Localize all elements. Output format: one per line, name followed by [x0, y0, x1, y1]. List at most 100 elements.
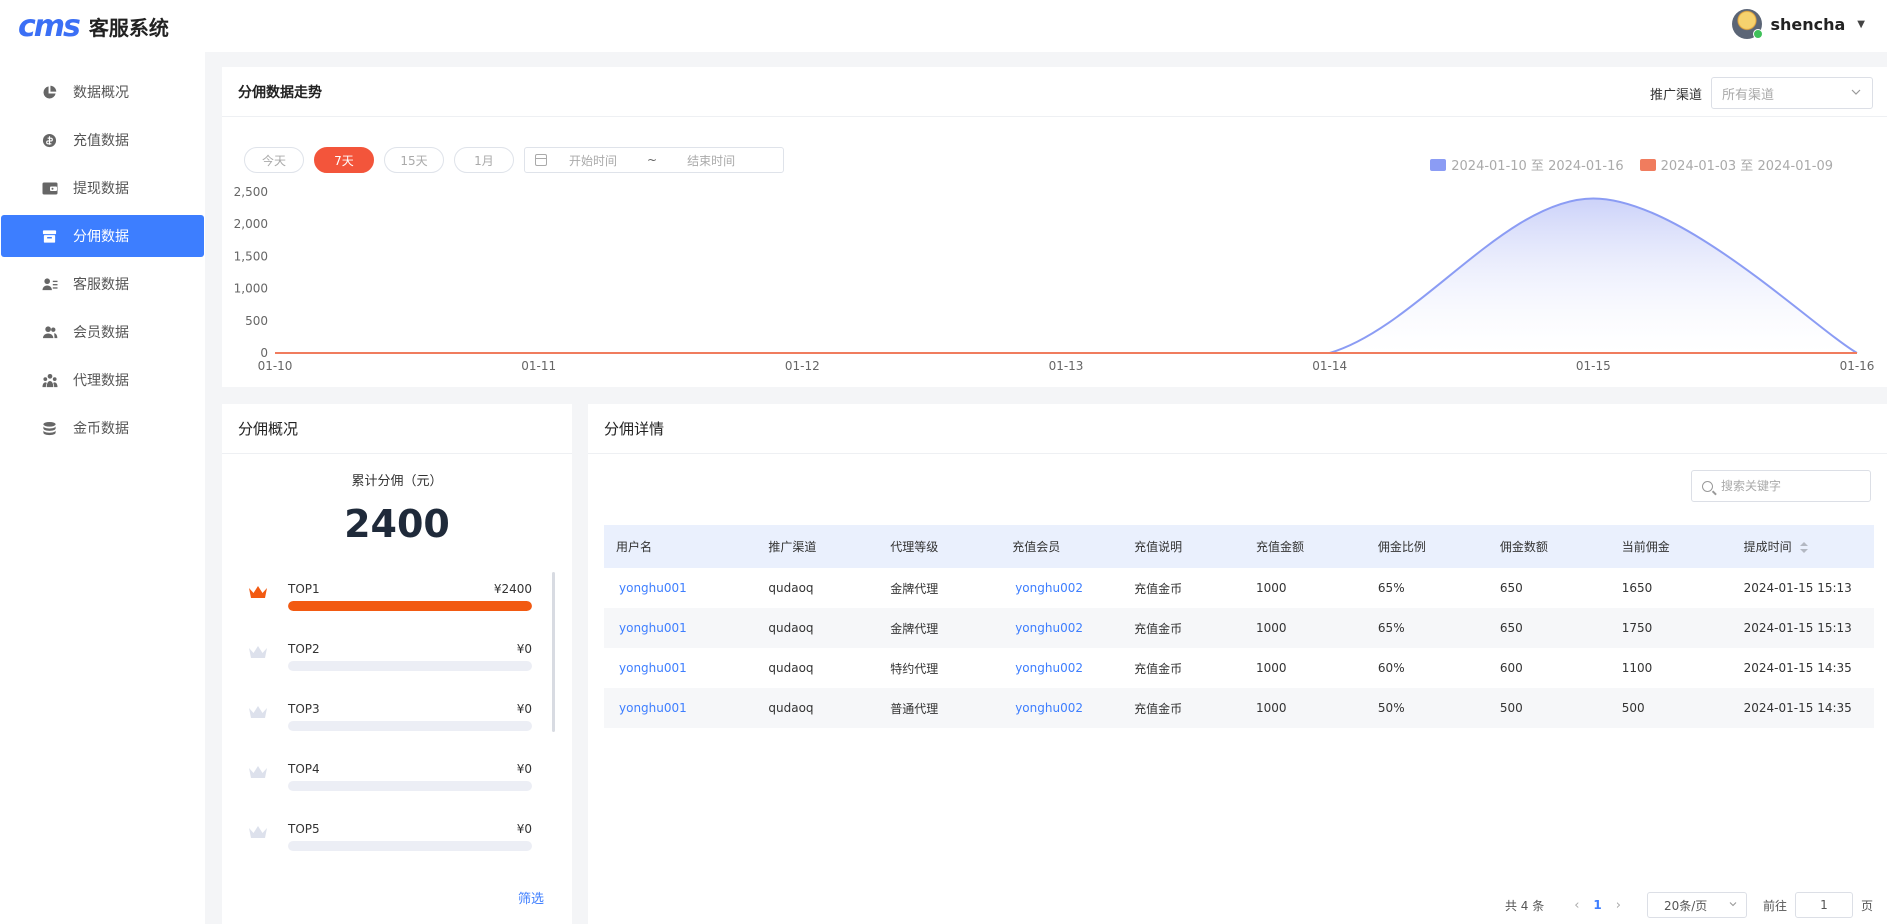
column-header: 佣金数额	[1487, 525, 1610, 568]
sidebar-item-4[interactable]: 客服数据	[1, 263, 204, 305]
search-input[interactable]	[1721, 479, 1851, 493]
sidebar-item-label: 充值数据	[73, 133, 129, 149]
rank-scrollbar[interactable]	[552, 572, 555, 732]
table-cell: yonghu001	[604, 648, 756, 688]
table-cell: qudaoq	[756, 688, 879, 728]
sidebar-item-label: 数据概况	[73, 85, 129, 101]
column-header-label: 充值说明	[1134, 540, 1183, 554]
sidebar-item-0[interactable]: 数据概况	[1, 71, 204, 113]
username-link[interactable]: yonghu001	[616, 621, 687, 635]
sidebar-item-6[interactable]: 代理数据	[1, 359, 204, 401]
goto-page-input[interactable]: 1	[1794, 892, 1853, 918]
coin-icon	[41, 132, 58, 149]
sidebar-item-7[interactable]: 金币数据	[1, 407, 204, 449]
cell-text: qudaoq	[768, 661, 814, 675]
column-header: 当前佣金	[1609, 525, 1732, 568]
sort-icon[interactable]	[1799, 542, 1808, 553]
details-title: 分佣详情	[588, 404, 1887, 454]
user-menu[interactable]: shencha ▼	[1732, 9, 1865, 39]
table-cell: 2024-01-15 14:35	[1731, 688, 1874, 728]
table-cell: 60%	[1366, 648, 1488, 688]
sidebar-item-label: 会员数据	[73, 325, 129, 341]
table-cell: 600	[1488, 648, 1610, 688]
x-tick-label: 01-12	[785, 359, 820, 373]
table-cell: 1000	[1244, 608, 1366, 648]
sidebar-item-5[interactable]: 会员数据	[1, 311, 204, 353]
x-tick-label: 01-11	[521, 359, 556, 373]
table-cell: 2024-01-15 15:13	[1731, 608, 1874, 648]
wallet-icon	[41, 180, 58, 197]
app-title: 客服系统	[88, 15, 169, 40]
username-link[interactable]: yonghu001	[616, 661, 687, 675]
sidebar: 数据概况充值数据提现数据分佣数据客服数据会员数据代理数据金币数据	[0, 52, 205, 924]
table-row: yonghu001 qudaoq 金牌代理 yonghu002 充值金币 1000 65% 6…	[604, 568, 1874, 608]
cell-text: 600	[1499, 661, 1523, 675]
table-cell: 2024-01-15 14:35	[1732, 648, 1874, 688]
username-link[interactable]: yonghu001	[616, 701, 687, 715]
cell-text: qudaoq	[768, 621, 814, 635]
table-cell: 1000	[1244, 568, 1366, 608]
column-header-label: 佣金数额	[1499, 540, 1548, 554]
cell-text: 500	[1621, 701, 1645, 715]
archive-icon	[41, 228, 58, 245]
cell-text: 2024-01-15 14:35	[1743, 661, 1852, 675]
sidebar-item-label: 分佣数据	[73, 229, 129, 245]
logo[interactable]: cms 客服系统	[18, 9, 169, 44]
search-box[interactable]	[1691, 470, 1871, 502]
cell-text: 2024-01-15 14:35	[1743, 701, 1852, 715]
member-link[interactable]: yonghu002	[1012, 661, 1083, 675]
y-tick-label: 1,500	[234, 249, 268, 263]
cell-text: 充值金币	[1134, 621, 1183, 636]
table-cell: 65%	[1366, 568, 1488, 608]
member-link[interactable]: yonghu002	[1012, 701, 1083, 715]
x-tick-label: 01-15	[1576, 359, 1611, 373]
rank-name: TOP2	[288, 642, 320, 656]
table-cell: 65%	[1365, 608, 1488, 648]
sidebar-item-3[interactable]: 分佣数据	[1, 215, 204, 257]
total-commission-value: 2400	[344, 502, 450, 546]
cell-text: qudaoq	[768, 701, 814, 715]
sidebar-item-2[interactable]: 提现数据	[1, 167, 204, 209]
table-cell: 1100	[1610, 648, 1732, 688]
sidebar-item-label: 代理数据	[73, 373, 129, 389]
avatar[interactable]	[1732, 9, 1764, 39]
column-header-label: 当前佣金	[1621, 540, 1670, 554]
filter-link[interactable]: 筛选	[518, 888, 544, 907]
member-link[interactable]: yonghu002	[1012, 621, 1083, 635]
table-cell: 1000	[1244, 648, 1366, 688]
table-cell: 特约代理	[878, 648, 1000, 688]
rank-progress-fill	[288, 601, 532, 611]
cell-text: 1000	[1256, 621, 1287, 635]
table-cell: 充值金币	[1122, 648, 1244, 688]
y-tick-label: 0	[260, 346, 268, 360]
sidebar-item-label: 金币数据	[73, 421, 129, 437]
chevron-down-icon	[1728, 899, 1738, 912]
table-cell: 充值金币	[1122, 608, 1245, 648]
rank-progress-bar	[288, 781, 532, 791]
table-row: yonghu001 qudaoq 普通代理 yonghu002 充值金币 1000 50% 5…	[604, 688, 1874, 728]
cell-text: 充值金币	[1134, 701, 1183, 716]
column-header-label: 充值会员	[1012, 540, 1061, 554]
page-size-value: 20条/页	[1663, 898, 1708, 913]
column-header: 推广渠道	[756, 525, 879, 568]
member-link[interactable]: yonghu002	[1012, 581, 1083, 595]
agent-list-icon	[41, 276, 58, 293]
trend-panel: 分佣数据走势 推广渠道 所有渠道 今天 7天 15天 1月 开始时间 ~ 结束时…	[222, 67, 1887, 387]
prev-page-icon[interactable]: ‹	[1574, 898, 1579, 913]
page-size-select[interactable]: 20条/页	[1646, 892, 1747, 918]
rank-amount: ¥0	[516, 762, 532, 776]
next-page-icon[interactable]: ›	[1616, 898, 1621, 913]
crown-icon	[248, 704, 268, 720]
column-header[interactable]: 提成时间	[1731, 525, 1874, 568]
username-link[interactable]: yonghu001	[616, 581, 687, 595]
crown-icon	[248, 644, 268, 660]
column-header: 充值说明	[1122, 525, 1245, 568]
goto-label: 前往	[1762, 898, 1787, 913]
page-number[interactable]: 1	[1593, 898, 1601, 912]
sidebar-item-1[interactable]: 充值数据	[1, 119, 204, 161]
cell-text: qudaoq	[768, 581, 814, 595]
column-header: 用户名	[604, 525, 757, 568]
column-header-label: 佣金比例	[1377, 540, 1426, 554]
cell-text: 1650	[1621, 581, 1653, 595]
crown-icon	[248, 824, 268, 840]
